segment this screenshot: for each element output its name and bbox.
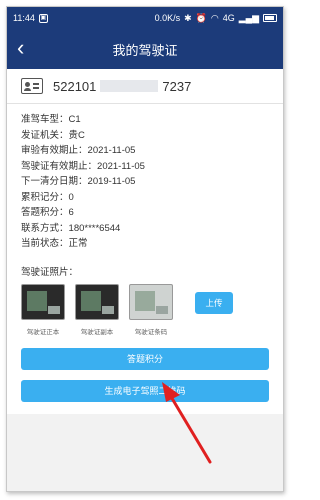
info-value: 180****6544 (68, 222, 121, 234)
status-time: 11:44 (13, 13, 35, 23)
info-key: 答题积分 (21, 207, 60, 218)
info-row: 驾驶证有效期止：2021-11-05 (21, 159, 269, 175)
id-card-icon (21, 78, 43, 94)
info-row: 发证机关：贵C (21, 128, 269, 144)
info-key: 发证机关 (21, 129, 60, 141)
info-row: 当前状态：正常 (21, 236, 269, 252)
info-value: 2019-11-05 (87, 176, 136, 187)
info-value: 2021-11-05 (87, 145, 136, 156)
quiz-points-button[interactable]: 答题积分 (21, 347, 269, 370)
info-separator: ： (59, 129, 69, 141)
photo-caption: 驾驶证条码 (134, 328, 168, 336)
photo-item[interactable]: 驾驶证正本 (21, 283, 65, 336)
network-speed: 0.0K/s (154, 13, 181, 23)
license-back-thumbnail[interactable] (75, 283, 119, 320)
status-bar: 11:44 ▣ 0.0K/s ✱ ⏰ ◠ 4G ▂▄▆ (7, 7, 283, 29)
info-key: 联系方式 (21, 222, 60, 234)
battery-icon (263, 14, 277, 22)
info-key: 下一清分日期 (21, 176, 79, 187)
info-value: 6 (68, 207, 74, 218)
photo-caption: 驾驶证副本 (80, 328, 114, 336)
info-key: 累积记分 (21, 191, 60, 203)
generate-qr-button[interactable]: 生成电子驾照二维码 (21, 379, 269, 402)
photos-label: 驾驶证照片： (21, 266, 79, 278)
alarm-icon: ⏰ (195, 12, 207, 23)
license-barcode-thumbnail[interactable] (129, 283, 173, 320)
upload-button[interactable]: 上传 (195, 291, 233, 314)
info-separator: ： (78, 176, 88, 187)
back-arrow-icon[interactable]: ‹ (17, 37, 24, 59)
info-value: C1 (68, 114, 81, 125)
info-separator: ： (59, 222, 69, 234)
info-value: 2021-11-05 (97, 160, 145, 172)
signal-icon: ▂▄▆ (238, 12, 259, 23)
info-row: 联系方式：180****6544 (21, 221, 269, 237)
photo-row: 驾驶证正本 驾驶证副本 驾驶证条码 上传 (7, 283, 283, 336)
info-row: 审验有效期止：2021-11-05 (21, 143, 269, 159)
info-value: 贵C (68, 129, 85, 141)
info-key: 当前状态 (21, 238, 60, 249)
license-number: 522101 7237 (53, 79, 191, 94)
info-separator: ： (59, 238, 69, 249)
info-separator: ： (59, 207, 69, 218)
info-key: 审验有效期止 (21, 145, 79, 156)
license-number-row: 522101 7237 (7, 69, 283, 104)
wifi-icon: ◠ (210, 12, 219, 23)
info-value: 0 (68, 191, 74, 203)
bluetooth-icon: ✱ (184, 12, 192, 23)
notification-icon: ▣ (38, 13, 48, 23)
license-number-mask (100, 80, 159, 92)
license-number-suffix: 7237 (162, 78, 192, 94)
info-value: 正常 (68, 238, 88, 249)
info-key: 准驾车型 (21, 114, 60, 125)
info-row: 下一清分日期：2019-11-05 (21, 174, 269, 190)
info-separator: ： (59, 114, 69, 125)
info-separator: ： (59, 191, 69, 203)
photo-caption: 驾驶证正本 (26, 328, 60, 336)
license-card: 522101 7237 准驾车型：C1 发证机关：贵C 审验有效期止：2021-11… (7, 69, 283, 414)
license-info-list: 准驾车型：C1 发证机关：贵C 审验有效期止：2021-11-05 驾驶证有效期止：2… (7, 104, 283, 256)
photo-item[interactable]: 驾驶证副本 (75, 283, 119, 336)
info-row: 准驾车型：C1 (21, 112, 269, 128)
page-title: 我的驾驶证 (112, 42, 178, 58)
phone-screen: 11:44 ▣ 0.0K/s ✱ ⏰ ◠ 4G ▂▄▆ ‹ 我的驾驶证 5221… (6, 6, 284, 492)
license-front-thumbnail[interactable] (21, 283, 65, 320)
nav-bar: ‹ 我的驾驶证 (7, 29, 283, 69)
info-key: 驾驶证有效期止 (21, 160, 88, 172)
info-row: 答题积分：6 (21, 205, 269, 221)
network-type: 4G (222, 13, 235, 23)
info-separator: ： (87, 160, 98, 172)
license-number-prefix: 522101 (53, 78, 97, 94)
info-row: 累积记分：0 (21, 190, 269, 206)
photo-item[interactable]: 驾驶证条码 (129, 283, 173, 336)
info-separator: ： (78, 145, 88, 156)
